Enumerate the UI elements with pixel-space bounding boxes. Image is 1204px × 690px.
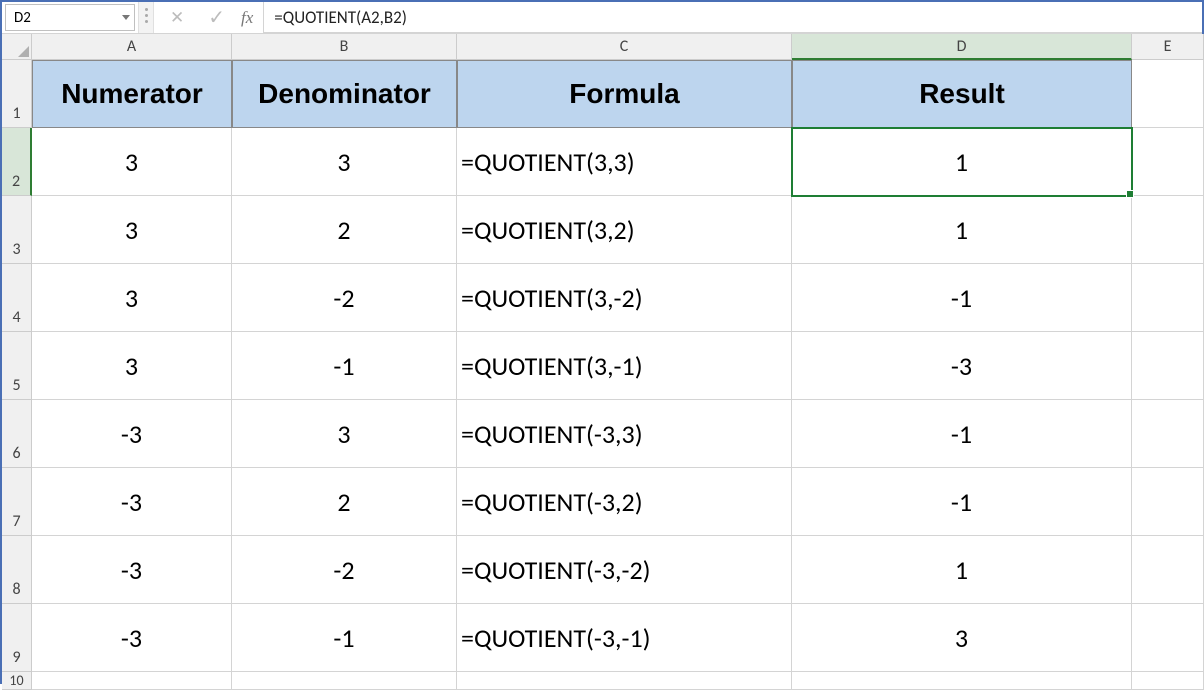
cell-A5[interactable]: 3 <box>32 332 232 400</box>
cell-E2[interactable] <box>1132 128 1204 196</box>
cell-C4[interactable]: =QUOTIENT(3,-2) <box>457 264 792 332</box>
cell-B2[interactable]: 3 <box>232 128 457 196</box>
formula-input[interactable]: =QUOTIENT(A2,B2) <box>264 2 1202 33</box>
cell-C9[interactable]: =QUOTIENT(-3,-1) <box>457 604 792 672</box>
cell-C10[interactable] <box>457 672 792 690</box>
cell-C8[interactable]: =QUOTIENT(-3,-2) <box>457 536 792 604</box>
cell-E6[interactable] <box>1132 400 1204 468</box>
cell-E4[interactable] <box>1132 264 1204 332</box>
cell-D3[interactable]: 1 <box>792 196 1132 264</box>
cell-E1[interactable] <box>1132 60 1204 128</box>
spreadsheet-grid: A B C D E 1 Numerator Denominator Formul… <box>2 34 1202 690</box>
cell-E3[interactable] <box>1132 196 1204 264</box>
row-header-9[interactable]: 9 <box>2 604 32 672</box>
cancel-icon[interactable]: ✕ <box>170 7 184 28</box>
cell-A1[interactable]: Numerator <box>32 60 232 128</box>
col-header-C[interactable]: C <box>457 34 792 60</box>
row-header-4[interactable]: 4 <box>2 264 32 332</box>
cell-A7[interactable]: -3 <box>32 468 232 536</box>
col-header-D[interactable]: D <box>792 34 1132 60</box>
cell-B10[interactable] <box>232 672 457 690</box>
row-header-10[interactable]: 10 <box>2 672 32 690</box>
row-header-8[interactable]: 8 <box>2 536 32 604</box>
cell-D5[interactable]: -3 <box>792 332 1132 400</box>
cell-A8[interactable]: -3 <box>32 536 232 604</box>
cell-B7[interactable]: 2 <box>232 468 457 536</box>
cell-B9[interactable]: -1 <box>232 604 457 672</box>
row-header-1[interactable]: 1 <box>2 60 32 128</box>
cell-C3[interactable]: =QUOTIENT(3,2) <box>457 196 792 264</box>
row-header-6[interactable]: 6 <box>2 400 32 468</box>
row-header-7[interactable]: 7 <box>2 468 32 536</box>
formula-controls: ✕ ✓ <box>154 2 241 33</box>
cell-A10[interactable] <box>32 672 232 690</box>
row-header-2[interactable]: 2 <box>2 128 32 196</box>
formula-bar: D2 ✕ ✓ fx =QUOTIENT(A2,B2) <box>2 2 1202 34</box>
cell-D2[interactable]: 1 <box>792 128 1132 196</box>
select-all-corner[interactable] <box>2 34 32 60</box>
cell-C1[interactable]: Formula <box>457 60 792 128</box>
cell-B1[interactable]: Denominator <box>232 60 457 128</box>
cell-A2[interactable]: 3 <box>32 128 232 196</box>
col-header-E[interactable]: E <box>1132 34 1204 60</box>
row-header-3[interactable]: 3 <box>2 196 32 264</box>
row-header-5[interactable]: 5 <box>2 332 32 400</box>
cell-B4[interactable]: -2 <box>232 264 457 332</box>
cell-C5[interactable]: =QUOTIENT(3,-1) <box>457 332 792 400</box>
cell-C7[interactable]: =QUOTIENT(-3,2) <box>457 468 792 536</box>
cell-B5[interactable]: -1 <box>232 332 457 400</box>
cell-D9[interactable]: 3 <box>792 604 1132 672</box>
cell-A6[interactable]: -3 <box>32 400 232 468</box>
cell-E5[interactable] <box>1132 332 1204 400</box>
cell-A9[interactable]: -3 <box>32 604 232 672</box>
cell-B8[interactable]: -2 <box>232 536 457 604</box>
cell-B3[interactable]: 2 <box>232 196 457 264</box>
cell-D1[interactable]: Result <box>792 60 1132 128</box>
grip-icon[interactable] <box>138 2 154 33</box>
cell-B6[interactable]: 3 <box>232 400 457 468</box>
cell-D4[interactable]: -1 <box>792 264 1132 332</box>
cell-E9[interactable] <box>1132 604 1204 672</box>
cell-E7[interactable] <box>1132 468 1204 536</box>
cell-E10[interactable] <box>1132 672 1204 690</box>
formula-text: =QUOTIENT(A2,B2) <box>274 7 407 28</box>
dropdown-icon[interactable] <box>122 15 130 20</box>
cell-A4[interactable]: 3 <box>32 264 232 332</box>
name-box[interactable]: D2 <box>5 4 135 31</box>
cell-D6[interactable]: -1 <box>792 400 1132 468</box>
cell-C6[interactable]: =QUOTIENT(-3,3) <box>457 400 792 468</box>
fx-icon[interactable]: fx <box>241 2 264 33</box>
cell-D8[interactable]: 1 <box>792 536 1132 604</box>
name-box-value: D2 <box>14 9 31 27</box>
cell-E8[interactable] <box>1132 536 1204 604</box>
cell-A3[interactable]: 3 <box>32 196 232 264</box>
cell-D10[interactable] <box>792 672 1132 690</box>
cell-C2[interactable]: =QUOTIENT(3,3) <box>457 128 792 196</box>
col-header-A[interactable]: A <box>32 34 232 60</box>
confirm-icon[interactable]: ✓ <box>208 5 225 30</box>
cell-D7[interactable]: -1 <box>792 468 1132 536</box>
col-header-B[interactable]: B <box>232 34 457 60</box>
